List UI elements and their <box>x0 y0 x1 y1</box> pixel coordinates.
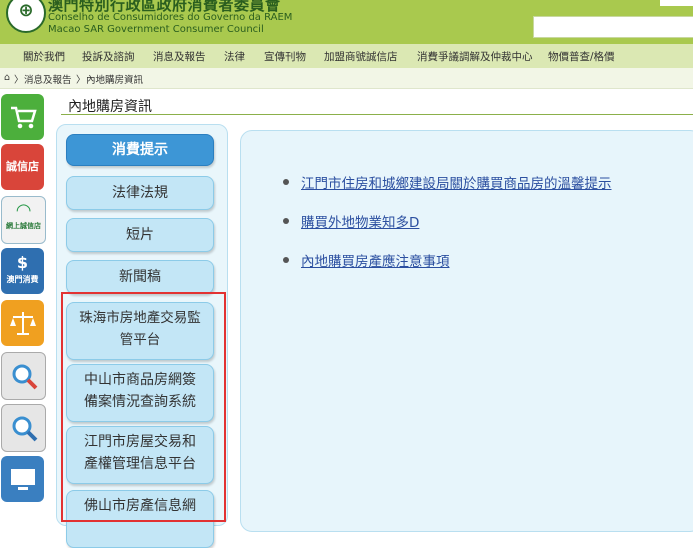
search-input[interactable] <box>533 16 693 38</box>
bullet-icon <box>283 218 289 224</box>
nav-publications[interactable]: 宣傳刊物 <box>264 49 306 64</box>
list-item: 江門市住房和城鄉建設局關於購買商品房的溫馨提示 <box>283 172 612 192</box>
macau-consumer-label: 澳門消費 <box>6 275 39 284</box>
nav-price-survey[interactable]: 物價普查/格價 <box>548 49 615 64</box>
bullet-icon <box>283 179 289 185</box>
breadcrumb-separator-icon: 〉 <box>14 75 24 86</box>
subnav-laws-button[interactable]: 法律法規 <box>66 176 214 210</box>
nav-about-us[interactable]: 關於我們 <box>23 49 65 64</box>
subnav-videos-button[interactable]: 短片 <box>66 218 214 252</box>
online-certified-shop-icon[interactable]: ◠ 網上誠信店 <box>1 196 46 244</box>
title-divider <box>61 114 693 115</box>
consumer-council-logo[interactable]: ⊕ <box>6 0 46 33</box>
site-title-english: Macao SAR Government Consumer Council <box>48 24 264 35</box>
nav-complaints[interactable]: 投訴及諮詢 <box>82 49 135 64</box>
nav-arbitration-centre[interactable]: 消費爭議調解及仲裁中心 <box>417 49 533 64</box>
list-item: 購買外地物業知多D <box>283 211 419 231</box>
breadcrumb-current: 內地購房資訊 <box>86 75 144 86</box>
highlight-frame <box>61 292 226 522</box>
breadcrumb-separator-icon: 〉 <box>76 75 86 86</box>
main-nav: 關於我們 投訴及諮詢 消息及報告 法律 宣傳刊物 加盟商號誠信店 消費爭議調解及… <box>0 44 693 68</box>
shopping-cart-icon[interactable] <box>1 94 44 140</box>
monitor-icon[interactable] <box>1 456 44 502</box>
link-mainland-property-notes[interactable]: 內地購買房產應注意事項 <box>301 254 450 270</box>
link-buying-property-abroad[interactable]: 購買外地物業知多D <box>301 215 419 231</box>
scales-icon[interactable] <box>1 300 44 346</box>
bullet-icon <box>283 257 289 263</box>
logo-emblem-icon: ⊕ <box>18 0 34 21</box>
site-title-portuguese: Conselho de Consumidores do Governo da R… <box>48 12 293 23</box>
quick-link-rail: 誠信店 ◠ 網上誠信店 $ 澳門消費 <box>0 90 46 511</box>
wifi-icon: ◠ <box>16 200 31 221</box>
breadcrumb-news[interactable]: 消息及報告 <box>24 72 72 86</box>
certified-shop-label: 誠信店 <box>6 160 39 173</box>
certified-shop-icon[interactable]: 誠信店 <box>1 144 44 190</box>
dollar-icon: $ <box>16 253 29 272</box>
subnav-consumer-tips-button[interactable]: 消費提示 <box>66 134 214 166</box>
subnav-press-release-button[interactable]: 新聞稿 <box>66 260 214 294</box>
breadcrumb: ⌂ 〉 消息及報告 〉 內地購房資訊 <box>0 68 693 89</box>
home-icon[interactable]: ⌂ <box>4 72 10 83</box>
nav-news-reports[interactable]: 消息及報告 <box>153 49 206 64</box>
nav-certified-shops[interactable]: 加盟商號誠信店 <box>324 49 398 64</box>
site-header: ⊕ 澳門特別行政區政府消費者委員會 Conselho de Consumidor… <box>0 0 693 44</box>
page-title: 內地購房資訊 <box>68 99 152 115</box>
nav-law[interactable]: 法律 <box>224 49 245 64</box>
link-jiangmen-tips[interactable]: 江門市住房和城鄉建設局關於購買商品房的溫馨提示 <box>301 176 612 192</box>
header-top-tab[interactable] <box>660 0 693 6</box>
online-certified-shop-label: 網上誠信店 <box>6 222 41 230</box>
macau-consumer-icon[interactable]: $ 澳門消費 <box>1 248 44 294</box>
list-item: 內地購買房產應注意事項 <box>283 250 450 270</box>
magnifier-report-icon[interactable] <box>1 404 46 452</box>
magnifier-document-icon[interactable] <box>1 352 46 400</box>
